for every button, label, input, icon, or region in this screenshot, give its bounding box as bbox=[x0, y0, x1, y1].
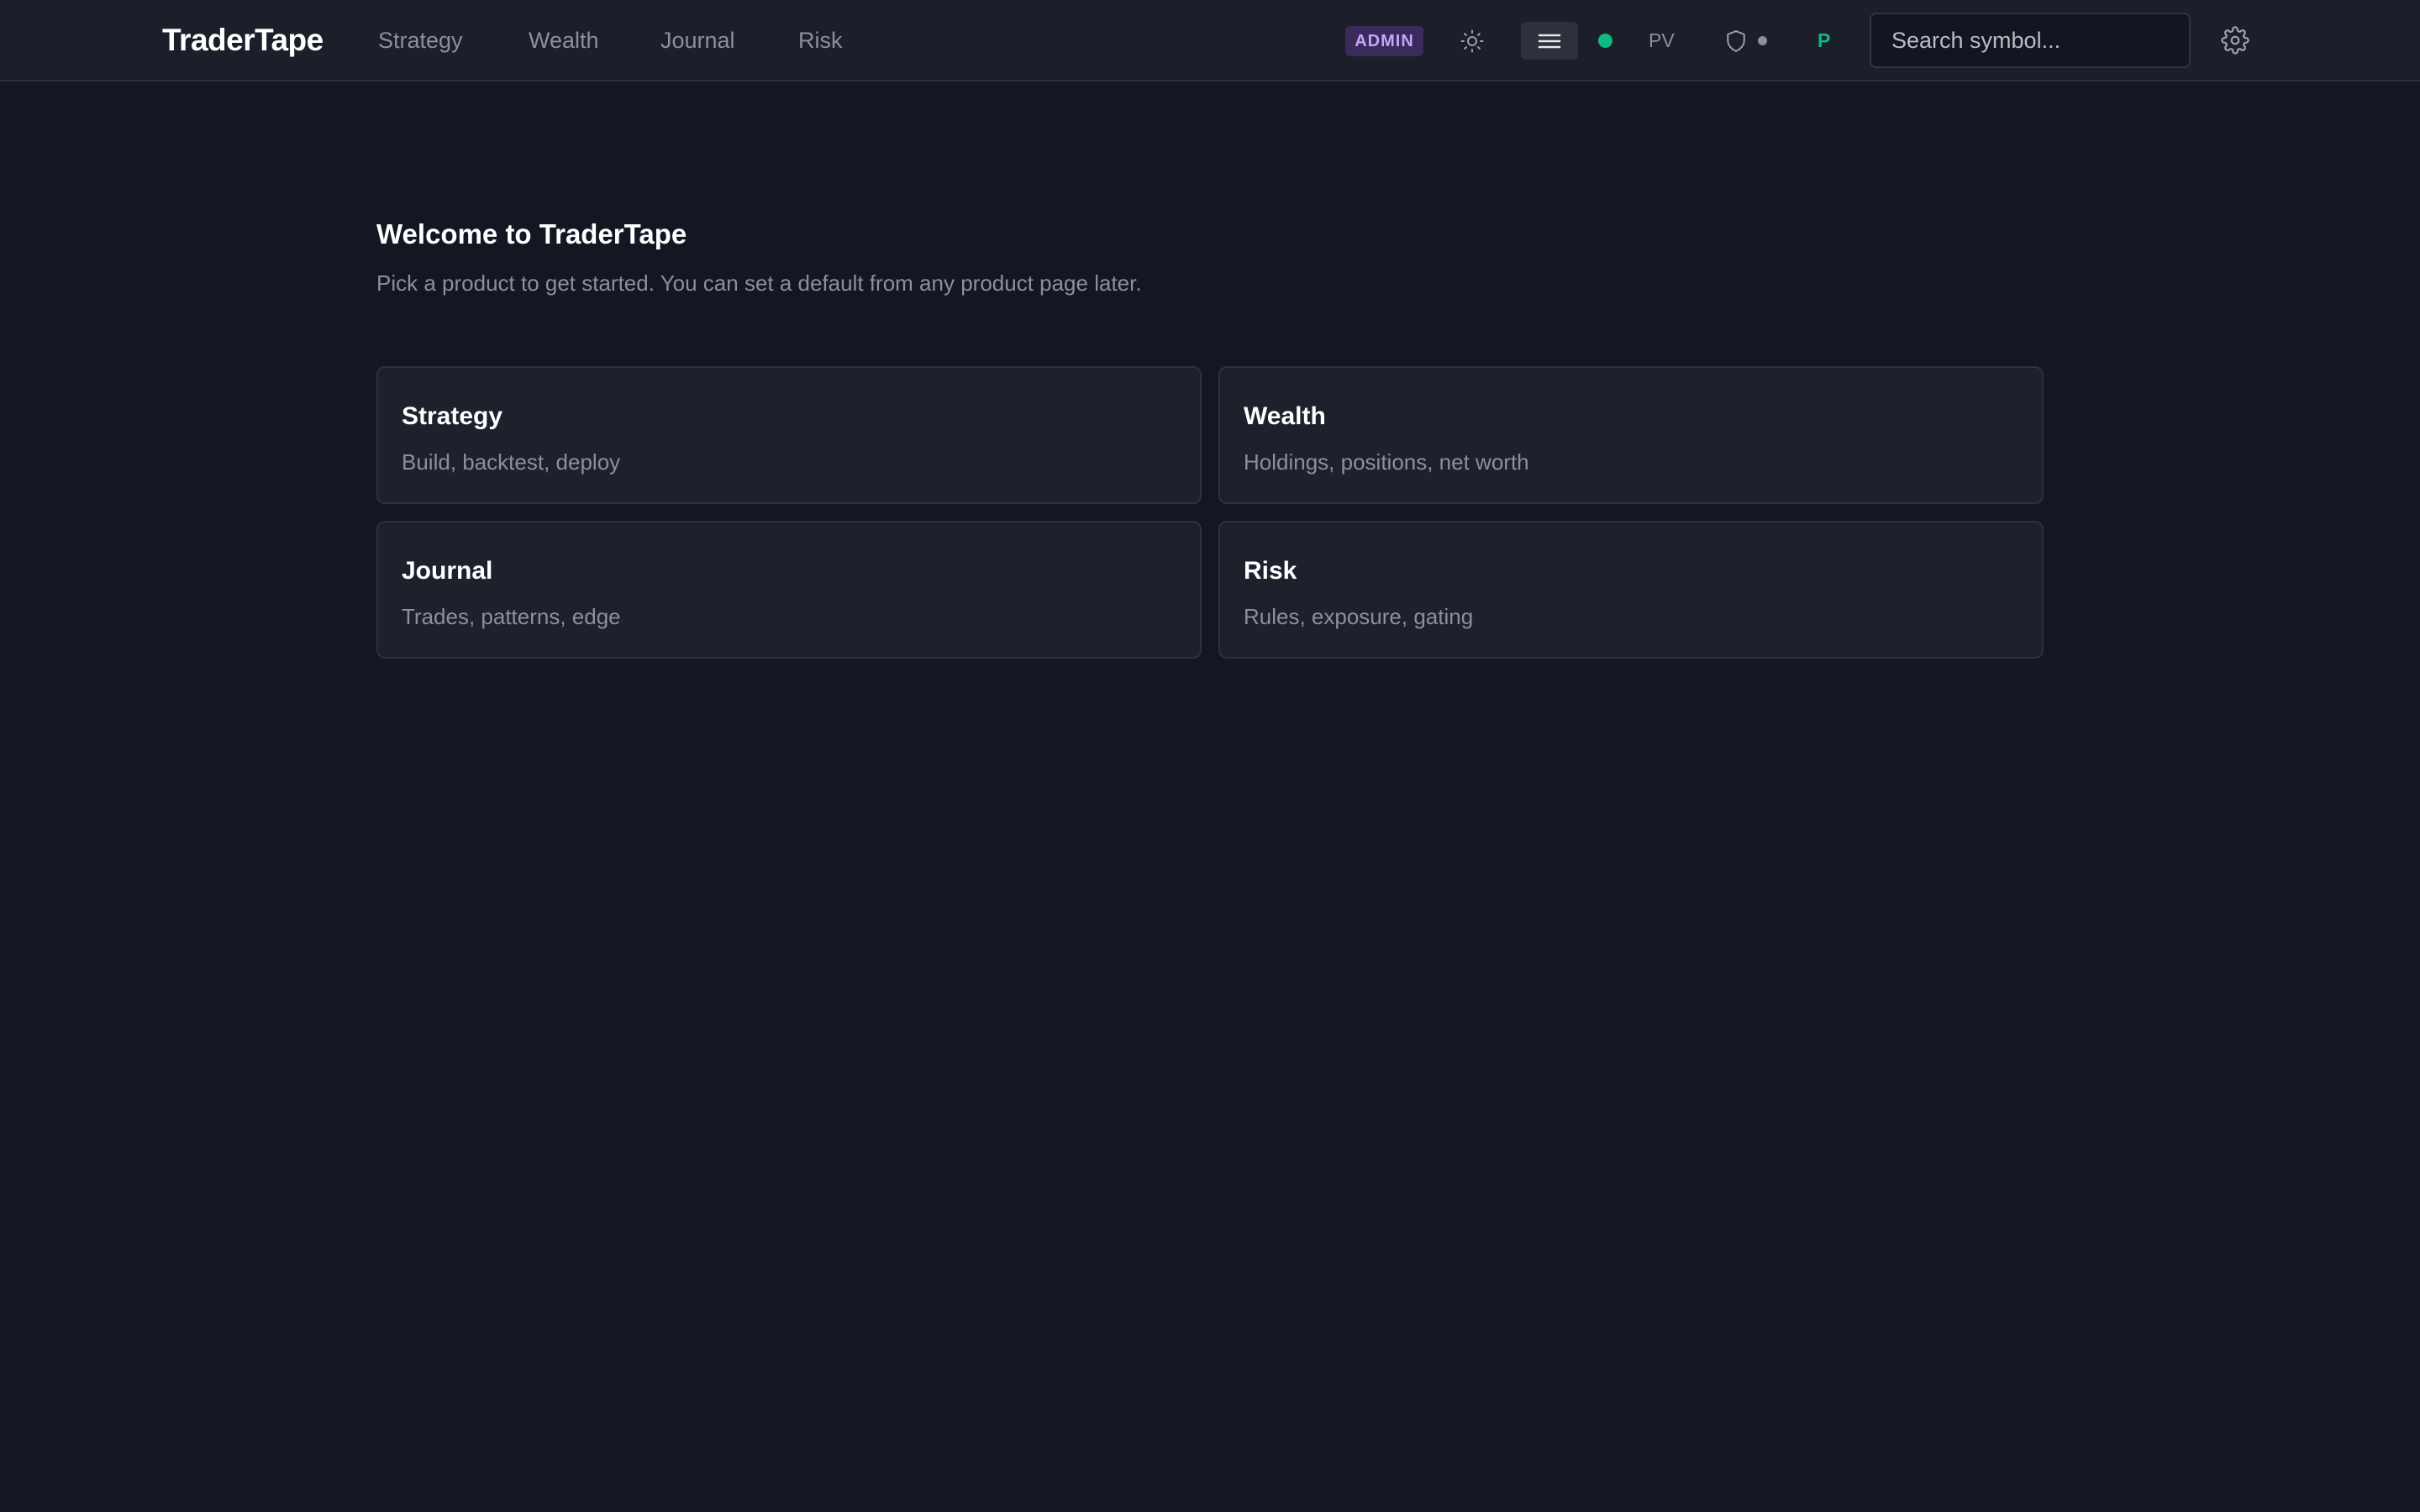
page-subtitle: Pick a product to get started. You can s… bbox=[376, 270, 1142, 296]
nav-link-journal[interactable]: Journal bbox=[660, 25, 735, 55]
shield-status-dot bbox=[1758, 36, 1767, 45]
card-title: Strategy bbox=[402, 402, 503, 430]
product-card-risk[interactable]: Risk Rules, exposure, gating bbox=[1218, 521, 2044, 659]
card-description: Trades, patterns, edge bbox=[402, 604, 621, 629]
card-title: Wealth bbox=[1244, 402, 1326, 430]
product-card-journal[interactable]: Journal Trades, patterns, edge bbox=[376, 521, 1202, 659]
symbol-search-input[interactable] bbox=[1870, 13, 2191, 68]
product-card-strategy[interactable]: Strategy Build, backtest, deploy bbox=[376, 366, 1202, 504]
card-description: Holdings, positions, net worth bbox=[1244, 449, 1529, 475]
card-title: Risk bbox=[1244, 557, 1297, 585]
connection-status-dot bbox=[1598, 34, 1612, 48]
sun-icon bbox=[1460, 29, 1484, 53]
page-title: Welcome to TraderTape bbox=[376, 218, 687, 249]
product-card-wealth[interactable]: Wealth Holdings, positions, net worth bbox=[1218, 366, 2044, 504]
card-title: Journal bbox=[402, 557, 493, 585]
risk-shield-button[interactable] bbox=[1721, 25, 1751, 57]
nav-link-wealth[interactable]: Wealth bbox=[529, 25, 599, 55]
menu-button[interactable] bbox=[1521, 22, 1578, 60]
pv-toggle[interactable]: PV bbox=[1649, 27, 1675, 54]
mode-indicator-p[interactable]: P bbox=[1818, 27, 1830, 54]
hamburger-menu-icon bbox=[1538, 34, 1561, 48]
nav-link-risk[interactable]: Risk bbox=[798, 25, 843, 55]
admin-badge: ADMIN bbox=[1345, 26, 1423, 56]
brand-logo[interactable]: TraderTape bbox=[162, 18, 324, 62]
top-navigation-bar: TraderTape Strategy Wealth Journal Risk … bbox=[0, 0, 2420, 81]
settings-button[interactable] bbox=[2218, 24, 2252, 57]
gear-icon bbox=[2221, 26, 2249, 55]
card-description: Rules, exposure, gating bbox=[1244, 604, 1474, 629]
card-description: Build, backtest, deploy bbox=[402, 449, 621, 475]
nav-link-strategy[interactable]: Strategy bbox=[378, 25, 463, 55]
theme-toggle-button[interactable] bbox=[1456, 25, 1488, 57]
shield-icon bbox=[1727, 30, 1745, 52]
